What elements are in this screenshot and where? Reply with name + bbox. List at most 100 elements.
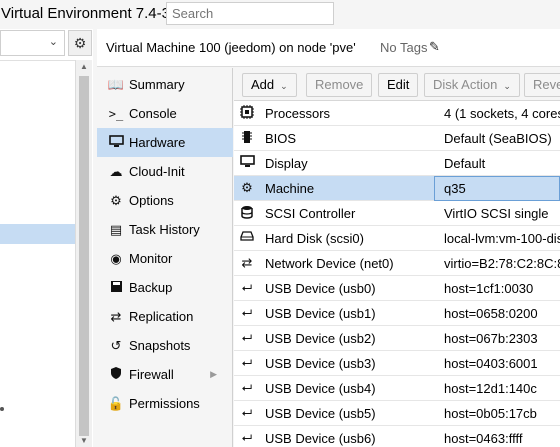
chevron-down-icon: ⌄: [280, 81, 288, 91]
row-value: VirtIO SCSI single: [444, 206, 549, 221]
row-name: USB Device (usb5): [265, 406, 376, 421]
table-row[interactable]: BIOS Default (SeaBIOS): [234, 126, 560, 151]
tags-label: No Tags: [380, 40, 428, 55]
shield-icon: [107, 366, 125, 383]
table-row[interactable]: ⮠ USB Device (usb2) host=067b:2303: [234, 326, 560, 351]
chevron-down-icon: ⌄: [48, 36, 58, 48]
nav-item-console[interactable]: >_ Console: [97, 99, 233, 128]
eye-icon: ◉: [110, 250, 122, 266]
usb-icon: ⮠: [241, 280, 253, 295]
table-row[interactable]: ⮠ USB Device (usb1) host=0658:0200: [234, 301, 560, 326]
search-input[interactable]: [166, 2, 334, 25]
nav-item-label: Summary: [129, 77, 185, 92]
chevron-right-icon[interactable]: ▶: [210, 369, 217, 380]
nav-item-permissions[interactable]: 🔓 Permissions: [97, 389, 233, 418]
add-button[interactable]: Add ⌄: [242, 73, 297, 97]
row-name: Processors: [265, 106, 331, 121]
gear-icon: ⚙: [110, 192, 122, 208]
gear-icon[interactable]: ⚙: [68, 30, 92, 56]
vm-sub-navigation: 📖 Summary >_ Console Hardware ☁ Cloud-In…: [97, 68, 233, 447]
row-value: 4 (1 sockets, 4 cores: [444, 106, 560, 121]
floppy-icon: [107, 280, 125, 296]
chevron-down-icon: ⌄: [503, 81, 511, 91]
table-row[interactable]: ⮠ USB Device (usb4) host=12d1:140c: [234, 376, 560, 401]
nav-item-options[interactable]: ⚙ Options: [97, 186, 233, 215]
row-value: host=0b05:17cb: [444, 406, 537, 421]
desktop-icon: [238, 155, 256, 171]
nav-item-summary[interactable]: 📖 Summary: [97, 70, 233, 99]
app-title: Virtual Environment 7.4-3: [1, 5, 170, 22]
hdd-icon: [238, 230, 256, 245]
nav-item-label: Firewall: [129, 367, 174, 382]
tree-scrollbar[interactable]: ▲ ▼: [75, 60, 92, 447]
row-value: virtio=B2:78:C2:8C:8: [444, 256, 560, 271]
table-row[interactable]: Display Default: [234, 151, 560, 176]
row-name: BIOS: [265, 131, 297, 146]
table-row[interactable]: ⮠ USB Device (usb6) host=0463:ffff: [234, 426, 560, 447]
pencil-icon[interactable]: ✎: [429, 39, 440, 55]
table-row[interactable]: ⇄ Network Device (net0) virtio=B2:78:C2:…: [234, 251, 560, 276]
scroll-down-icon[interactable]: ▼: [80, 436, 88, 445]
hardware-toolbar: Add ⌄ Remove Edit Disk Action ⌄ Reve: [234, 68, 560, 101]
resource-tree[interactable]: [0, 60, 75, 447]
nav-item-backup[interactable]: Backup: [97, 273, 233, 302]
revert-button-label: Reve: [533, 77, 560, 92]
row-name: USB Device (usb6): [265, 431, 376, 446]
nav-item-cloud-init[interactable]: ☁ Cloud-Init: [97, 157, 233, 186]
nav-item-task-history[interactable]: ▤ Task History: [97, 215, 233, 244]
nav-item-snapshots[interactable]: ↺ Snapshots: [97, 331, 233, 360]
remove-button[interactable]: Remove: [306, 73, 373, 97]
remove-button-label: Remove: [315, 77, 364, 92]
row-value: q35: [444, 181, 466, 196]
table-row[interactable]: ⮠ USB Device (usb5) host=0b05:17cb: [234, 401, 560, 426]
row-value: local-lvm:vm-100-dis: [444, 231, 560, 246]
microchip-icon: [238, 130, 256, 147]
nav-item-monitor[interactable]: ◉ Monitor: [97, 244, 233, 273]
row-name: USB Device (usb0): [265, 281, 376, 296]
tree-selected-row[interactable]: [0, 224, 75, 244]
nav-item-replication[interactable]: ⇄ Replication: [97, 302, 233, 331]
usb-icon: ⮠: [241, 305, 253, 320]
row-value: host=1cf1:0030: [444, 281, 534, 296]
row-name: USB Device (usb2): [265, 331, 376, 346]
revert-button[interactable]: Reve: [524, 73, 560, 97]
view-selector[interactable]: ⌄: [0, 30, 65, 56]
disk-action-button[interactable]: Disk Action ⌄: [424, 73, 520, 97]
row-value: host=12d1:140c: [444, 381, 537, 396]
hardware-grid: Processors 4 (1 sockets, 4 cores BIOS De…: [234, 101, 560, 447]
unlock-icon: 🔓: [107, 395, 125, 411]
scrollbar-thumb[interactable]: [79, 76, 89, 436]
page-title: Virtual Machine 100 (jeedom) on node 'pv…: [106, 40, 356, 55]
usb-icon: ⮠: [241, 430, 253, 445]
nav-item-label: Replication: [129, 309, 194, 324]
row-name: Network Device (net0): [265, 256, 394, 271]
nav-item-hardware[interactable]: Hardware: [97, 128, 233, 157]
nav-item-label: Permissions: [129, 396, 200, 411]
edit-button[interactable]: Edit: [378, 73, 419, 97]
table-row[interactable]: Processors 4 (1 sockets, 4 cores: [234, 101, 560, 126]
row-value: Default: [444, 156, 486, 171]
row-name: USB Device (usb4): [265, 381, 376, 396]
table-row[interactable]: SCSI Controller VirtIO SCSI single: [234, 201, 560, 226]
top-bar: Virtual Environment 7.4-3: [0, 0, 560, 29]
scroll-up-icon[interactable]: ▲: [80, 62, 88, 71]
table-row[interactable]: ⮠ USB Device (usb3) host=0403:6001: [234, 351, 560, 376]
row-value: host=0658:0200: [444, 306, 538, 321]
monitor-icon: [107, 134, 125, 151]
table-row[interactable]: ⮠ USB Device (usb0) host=1cf1:0030: [234, 276, 560, 301]
content-header: Virtual Machine 100 (jeedom) on node 'pv…: [97, 29, 560, 67]
usb-icon: ⮠: [241, 380, 253, 395]
tree-node-marker: [0, 407, 4, 411]
usb-icon: ⮠: [241, 355, 253, 370]
terminal-icon: >_: [108, 106, 124, 121]
retweet-icon: ⇄: [110, 308, 122, 324]
cogs-icon: ⚙: [241, 180, 253, 195]
table-row[interactable]: Hard Disk (scsi0) local-lvm:vm-100-dis: [234, 226, 560, 251]
list-icon: ▤: [109, 221, 123, 237]
nav-item-firewall[interactable]: Firewall ▶: [97, 360, 233, 389]
book-icon: 📖: [107, 76, 125, 92]
table-row-selected[interactable]: ⚙ Machine q35: [234, 176, 560, 201]
row-name: Hard Disk (scsi0): [265, 231, 364, 246]
row-value: host=0463:ffff: [444, 431, 523, 446]
row-value: host=067b:2303: [444, 331, 538, 346]
